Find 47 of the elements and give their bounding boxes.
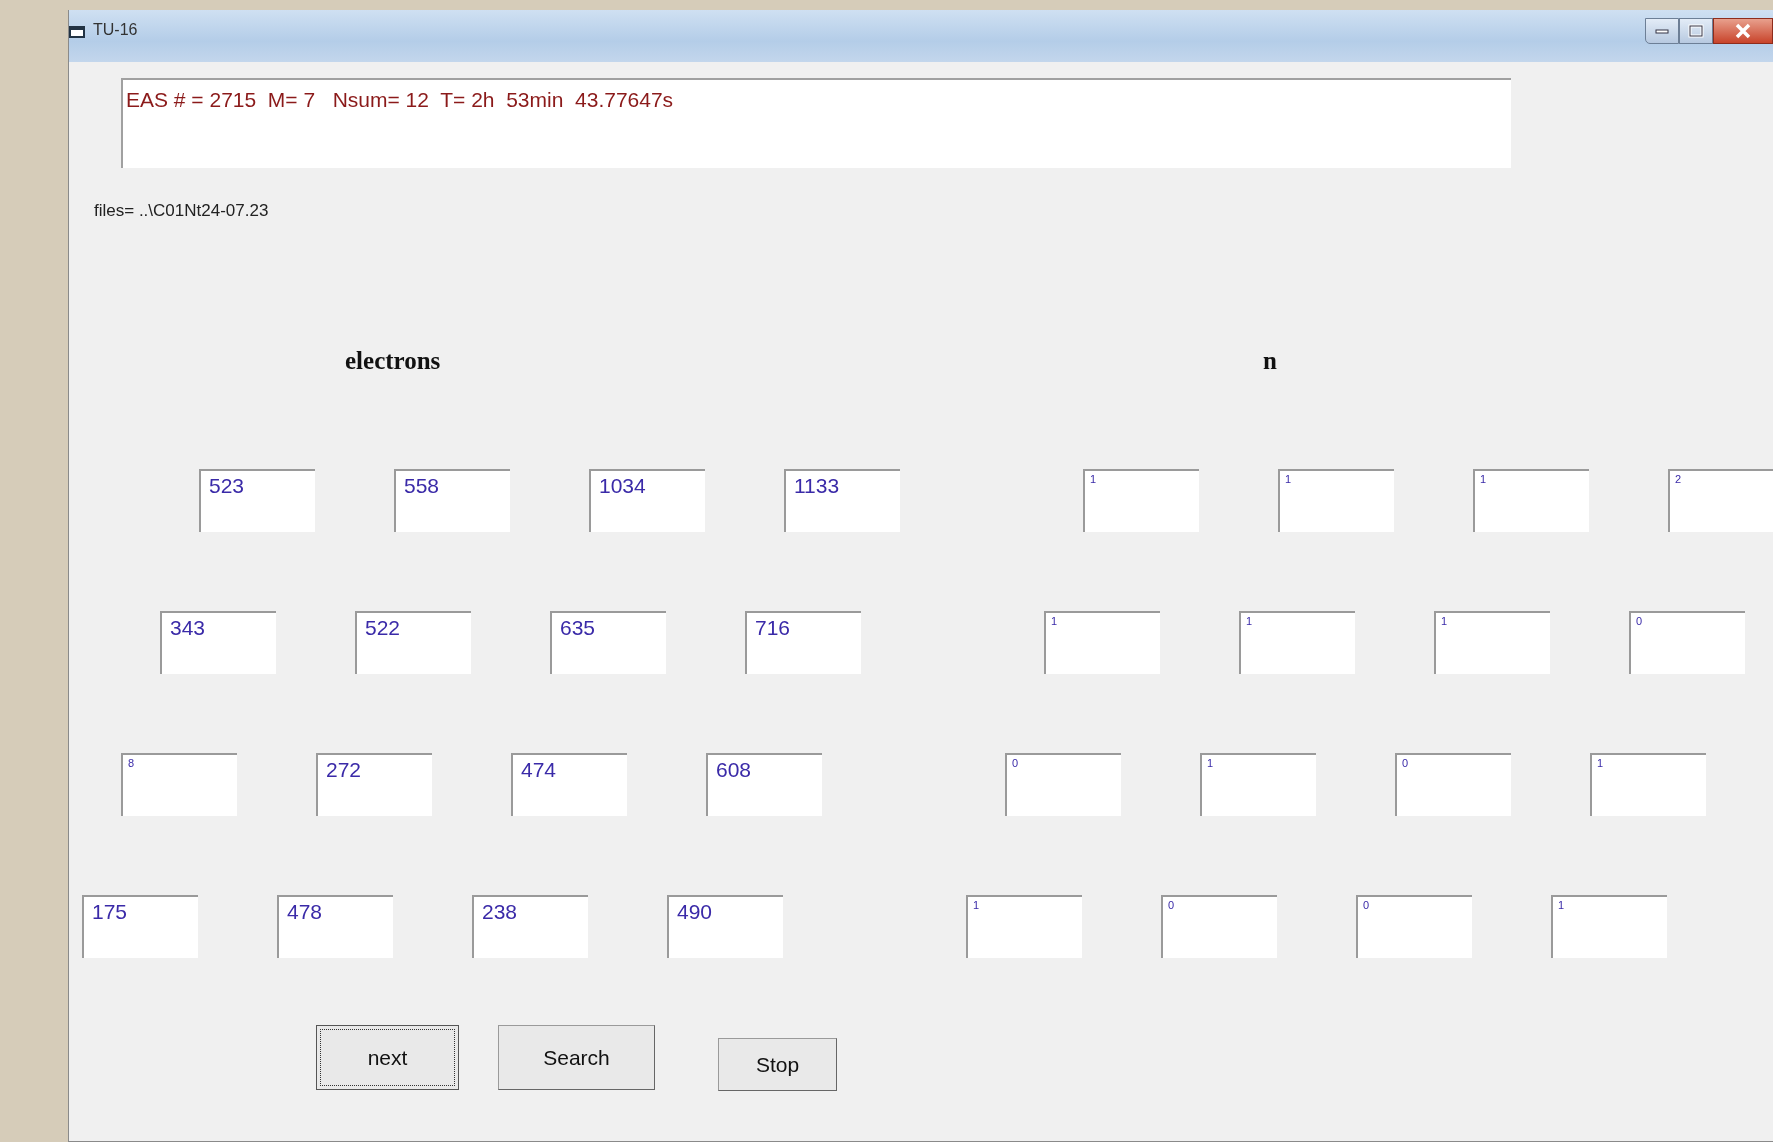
- action-button[interactable]: Search: [498, 1025, 655, 1090]
- number-field[interactable]: 1: [1200, 753, 1316, 816]
- number-field[interactable]: 558: [394, 469, 510, 532]
- number-field[interactable]: 175: [82, 895, 198, 958]
- number-field[interactable]: 1: [966, 895, 1082, 958]
- number-field[interactable]: 1: [1278, 469, 1394, 532]
- electrons-heading: electrons: [345, 346, 441, 374]
- number-field[interactable]: 0: [1005, 753, 1121, 816]
- number-field[interactable]: 635: [550, 611, 666, 674]
- number-field[interactable]: 2: [1668, 469, 1773, 532]
- close-icon: [1734, 23, 1752, 39]
- number-field[interactable]: 0: [1161, 895, 1277, 958]
- number-field[interactable]: 238: [472, 895, 588, 958]
- number-field[interactable]: 1: [1044, 611, 1160, 674]
- number-field[interactable]: 343: [160, 611, 276, 674]
- number-field[interactable]: 478: [277, 895, 393, 958]
- number-field[interactable]: 1: [1473, 469, 1589, 532]
- minimize-button[interactable]: [1645, 18, 1679, 44]
- number-field[interactable]: 8: [121, 753, 237, 816]
- number-field[interactable]: 474: [511, 753, 627, 816]
- number-field[interactable]: 523: [199, 469, 315, 532]
- number-field[interactable]: 1: [1083, 469, 1199, 532]
- files-label: files= ..\C01Nt24-07.23: [94, 200, 270, 222]
- number-field[interactable]: 0: [1356, 895, 1472, 958]
- number-field[interactable]: 272: [316, 753, 432, 816]
- action-button[interactable]: next: [316, 1025, 459, 1090]
- maximize-button[interactable]: [1679, 18, 1713, 44]
- number-field[interactable]: 716: [745, 611, 861, 674]
- action-button[interactable]: Stop: [718, 1038, 837, 1091]
- maximize-icon: [1688, 24, 1704, 38]
- window-icon: [69, 24, 87, 40]
- close-button[interactable]: [1713, 18, 1773, 44]
- number-field[interactable]: 0: [1395, 753, 1511, 816]
- number-field[interactable]: 1: [1239, 611, 1355, 674]
- window-title: TU-16: [93, 20, 138, 40]
- status-text-box[interactable]: EAS # = 2715 M= 7 Nsum= 12 T= 2h 53min 43.77647s: [121, 78, 1511, 168]
- number-field[interactable]: 0: [1629, 611, 1745, 674]
- number-field[interactable]: 608: [706, 753, 822, 816]
- number-field[interactable]: 522: [355, 611, 471, 674]
- n-heading: n: [1263, 346, 1277, 374]
- number-field[interactable]: 1: [1551, 895, 1667, 958]
- number-field[interactable]: 1034: [589, 469, 705, 532]
- number-field[interactable]: 1: [1434, 611, 1550, 674]
- number-field[interactable]: 1: [1590, 753, 1706, 816]
- minimize-icon: [1655, 28, 1669, 34]
- number-field[interactable]: 490: [667, 895, 783, 958]
- number-field[interactable]: 1133: [784, 469, 900, 532]
